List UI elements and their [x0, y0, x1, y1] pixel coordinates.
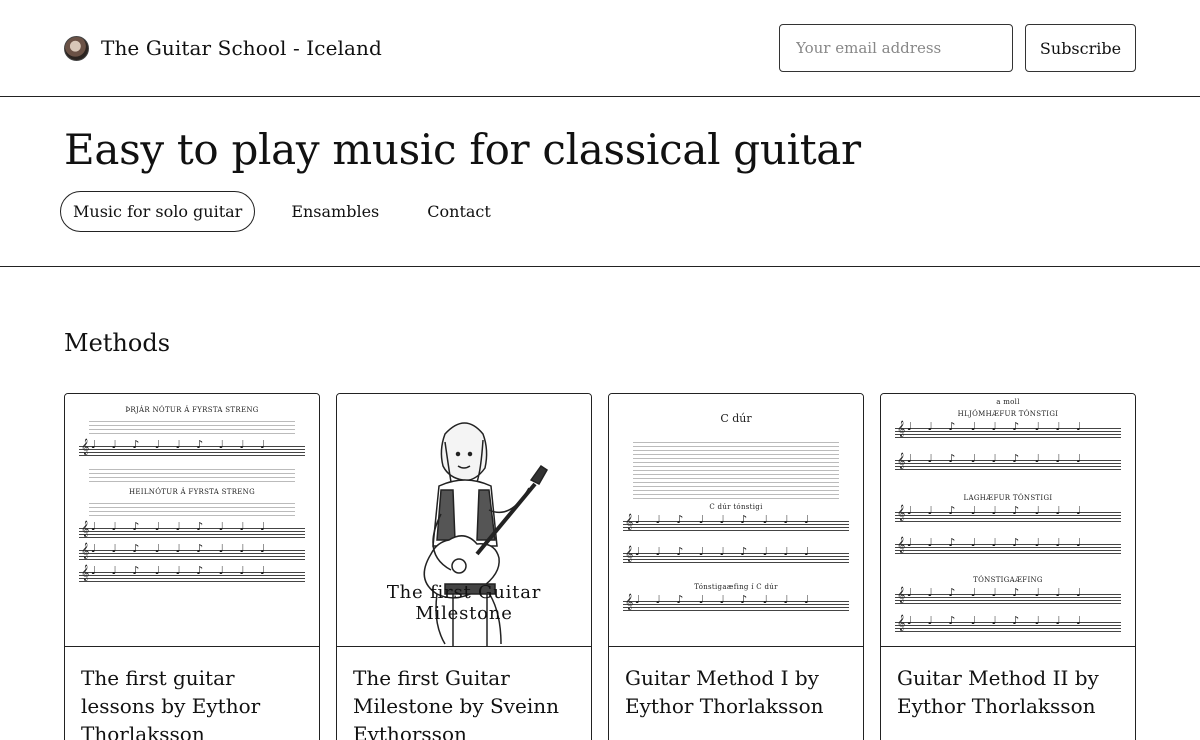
music-staff: 𝄞: [79, 520, 305, 540]
treble-clef-icon: 𝄞: [81, 543, 90, 559]
music-staff: 𝄞: [79, 542, 305, 562]
thumb-heading: a moll: [996, 398, 1020, 406]
email-input[interactable]: [779, 24, 1013, 72]
method-card[interactable]: a moll HLJÓMHÆFUR TÓNSTIGI 𝄞 𝄞 LAGHÆFUR …: [880, 393, 1136, 740]
nav-ensambles[interactable]: Ensambles: [279, 192, 391, 231]
thumb-heading: ÞRJÁR NÓTUR Á FYRSTA STRENG: [125, 406, 259, 414]
treble-clef-icon: 𝄞: [897, 505, 906, 521]
thumb-text-block: [89, 418, 295, 436]
card-title[interactable]: The first Guitar Milestone by Sveinn Eyt…: [337, 647, 591, 740]
page-title: Easy to play music for classical guitar: [64, 125, 861, 174]
treble-clef-icon: 𝄞: [81, 521, 90, 537]
thumb-heading: LAGHÆFUR TÓNSTIGI: [963, 494, 1053, 502]
brand[interactable]: The Guitar School - Iceland: [64, 35, 382, 61]
card-title[interactable]: Guitar Method I by Eythor Thorlaksson: [609, 647, 863, 720]
main-nav: Music for solo guitar Ensambles Contact: [60, 191, 1136, 233]
nav-contact[interactable]: Contact: [415, 192, 503, 231]
card-thumbnail[interactable]: a moll HLJÓMHÆFUR TÓNSTIGI 𝄞 𝄞 LAGHÆFUR …: [881, 394, 1135, 647]
treble-clef-icon: 𝄞: [625, 594, 634, 610]
treble-clef-icon: 𝄞: [897, 537, 906, 553]
card-thumbnail[interactable]: C dúr C dúr tónstigi 𝄞 𝄞 Tónstigaæfing í…: [609, 394, 863, 647]
card-title[interactable]: Guitar Method II by Eythor Thorlaksson: [881, 647, 1135, 720]
treble-clef-icon: 𝄞: [625, 546, 634, 562]
main-content: Methods ÞRJÁR NÓTUR Á FYRSTA STRENG 𝄞 HE…: [0, 267, 1200, 740]
thumb-text-block: [89, 466, 295, 484]
thumb-heading: C dúr tónstigi: [709, 503, 763, 511]
thumb-text-block: [633, 439, 839, 499]
treble-clef-icon: 𝄞: [897, 587, 906, 603]
music-staff: 𝄞: [895, 420, 1121, 440]
treble-clef-icon: 𝄞: [897, 453, 906, 469]
thumb-heading: HLJÓMHÆFUR TÓNSTIGI: [957, 410, 1059, 418]
hero: Easy to play music for classical guitar …: [0, 97, 1200, 267]
music-staff: 𝄞: [623, 593, 849, 613]
music-staff: 𝄞: [895, 586, 1121, 606]
treble-clef-icon: 𝄞: [897, 421, 906, 437]
card-title[interactable]: The first guitar lessons by Eythor Thorl…: [65, 647, 319, 740]
card-grid: ÞRJÁR NÓTUR Á FYRSTA STRENG 𝄞 HEILNÓTUR …: [64, 393, 1136, 740]
method-card[interactable]: The first Guitar Milestone The first Gui…: [336, 393, 592, 740]
thumb-caption: The first Guitar Milestone: [386, 582, 542, 624]
card-thumbnail[interactable]: The first Guitar Milestone: [337, 394, 591, 647]
method-card[interactable]: ÞRJÁR NÓTUR Á FYRSTA STRENG 𝄞 HEILNÓTUR …: [64, 393, 320, 740]
thumb-heading: HEILNÓTUR Á FYRSTA STRENG: [128, 488, 255, 496]
treble-clef-icon: 𝄞: [81, 565, 90, 581]
treble-clef-icon: 𝄞: [625, 514, 634, 530]
thumb-heading: Tónstigaæfing í C dúr: [694, 583, 778, 591]
subscribe-form: Subscribe: [779, 24, 1136, 72]
music-staff: 𝄞: [895, 504, 1121, 524]
sheet-music-image: C dúr C dúr tónstigi 𝄞 𝄞 Tónstigaæfing í…: [609, 394, 863, 646]
music-staff: 𝄞: [623, 545, 849, 565]
top-bar: The Guitar School - Iceland Subscribe: [0, 0, 1200, 97]
subscribe-button[interactable]: Subscribe: [1025, 24, 1136, 72]
treble-clef-icon: 𝄞: [81, 439, 90, 455]
treble-clef-icon: 𝄞: [897, 615, 906, 631]
thumb-text-block: [89, 500, 295, 518]
thumb-heading: C dúr: [720, 412, 752, 425]
music-staff: 𝄞: [79, 438, 305, 458]
music-staff: 𝄞: [79, 564, 305, 584]
nav-music-for-solo-guitar[interactable]: Music for solo guitar: [60, 191, 256, 233]
music-staff: 𝄞: [895, 614, 1121, 634]
music-staff: 𝄞: [623, 513, 849, 533]
section-title: Methods: [64, 329, 171, 357]
music-staff: 𝄞: [895, 452, 1121, 472]
thumb-heading: TÓNSTIGAÆFING: [973, 576, 1043, 584]
method-card[interactable]: C dúr C dúr tónstigi 𝄞 𝄞 Tónstigaæfing í…: [608, 393, 864, 740]
card-thumbnail[interactable]: ÞRJÁR NÓTUR Á FYRSTA STRENG 𝄞 HEILNÓTUR …: [65, 394, 319, 647]
sheet-music-image: a moll HLJÓMHÆFUR TÓNSTIGI 𝄞 𝄞 LAGHÆFUR …: [881, 394, 1135, 646]
avatar[interactable]: [64, 35, 89, 61]
brand-name[interactable]: The Guitar School - Iceland: [101, 36, 382, 60]
sheet-music-image: ÞRJÁR NÓTUR Á FYRSTA STRENG 𝄞 HEILNÓTUR …: [65, 394, 319, 646]
music-staff: 𝄞: [895, 536, 1121, 556]
